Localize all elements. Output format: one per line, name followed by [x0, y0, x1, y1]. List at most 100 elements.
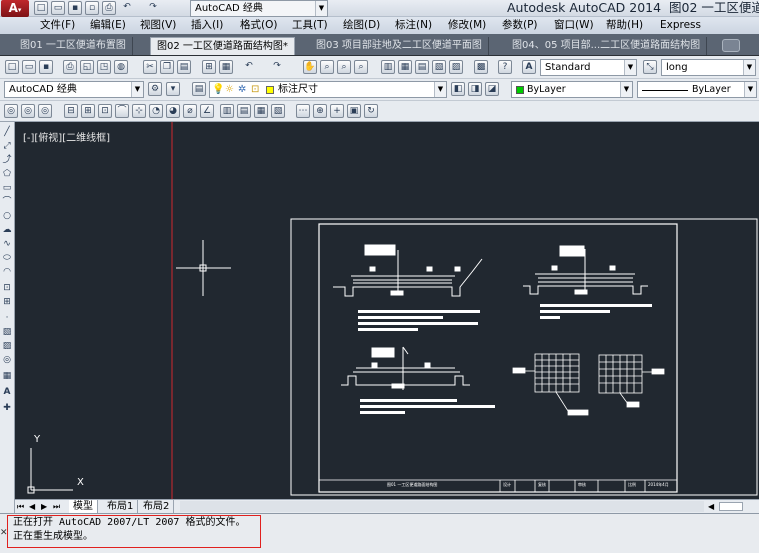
- construction-line-icon[interactable]: ⤢: [1, 140, 13, 152]
- pan-icon[interactable]: ✋: [303, 60, 317, 74]
- saveas-icon[interactable]: ▫: [85, 1, 99, 15]
- text-style-icon[interactable]: A: [522, 60, 536, 74]
- ellipse-arc-icon[interactable]: ◠: [1, 266, 13, 278]
- file-tab[interactable]: 图03 项目部驻地及二工区便道平面图: [310, 37, 489, 55]
- open-icon[interactable]: ▭: [51, 1, 65, 15]
- save-icon[interactable]: ▪: [68, 1, 82, 15]
- menu-insert[interactable]: 插入(I): [191, 18, 223, 32]
- make-block-icon[interactable]: ⊞: [1, 296, 13, 308]
- layer-previous-icon[interactable]: ◨: [468, 82, 482, 96]
- zoom-window-icon[interactable]: ⌕: [337, 60, 351, 74]
- dim-update-icon[interactable]: ↻: [364, 104, 378, 118]
- menu-edit[interactable]: 编辑(E): [90, 18, 126, 32]
- spline-icon[interactable]: ∿: [1, 238, 13, 250]
- sheet-set-icon[interactable]: ▧: [432, 60, 446, 74]
- file-tab-active[interactable]: 图02 一工区便道路面结构图*: [150, 37, 295, 55]
- polygon-icon[interactable]: ⬠: [1, 168, 13, 180]
- menu-format[interactable]: 格式(O): [240, 18, 277, 32]
- menu-file[interactable]: 文件(F): [40, 18, 75, 32]
- text-style-select[interactable]: Standard ▼: [540, 59, 637, 76]
- publish-icon[interactable]: ◳: [97, 60, 111, 74]
- arc-icon[interactable]: ⌒: [1, 196, 13, 208]
- redo-icon[interactable]: ↷: [146, 1, 160, 15]
- dim-arc-icon[interactable]: ⌒: [115, 104, 129, 118]
- dimension-icon[interactable]: ⊟: [64, 104, 78, 118]
- layer-properties-icon[interactable]: ▤: [192, 82, 206, 96]
- workspace-settings-icon[interactable]: ▾: [166, 82, 180, 96]
- inspect-icon[interactable]: ▣: [347, 104, 361, 118]
- tab-nav-last-icon[interactable]: ⏭: [53, 500, 60, 513]
- menu-modify[interactable]: 修改(M): [448, 18, 486, 32]
- layer-states-icon[interactable]: ◪: [485, 82, 499, 96]
- drawing-area[interactable]: [-][俯视][二维线框] Y X 图01 一工区便道路面结构图 设计 复核 审…: [15, 122, 759, 499]
- menu-parametric[interactable]: 参数(P): [502, 18, 538, 32]
- dim-style-icon[interactable]: ⤡: [643, 60, 657, 74]
- dim-baseline-icon[interactable]: ▤: [237, 104, 251, 118]
- layout-tab-model[interactable]: 模型: [69, 500, 98, 513]
- menu-window[interactable]: 窗口(W): [554, 18, 594, 32]
- horizontal-scrollbar[interactable]: [180, 501, 704, 512]
- quickcalc-icon[interactable]: ▩: [474, 60, 488, 74]
- dim-radius-icon[interactable]: ◔: [149, 104, 163, 118]
- rectangle-icon[interactable]: ▭: [1, 182, 13, 194]
- color-select[interactable]: ByLayer ▼: [511, 81, 633, 98]
- command-line[interactable]: ✕ 正在打开 AutoCAD 2007/LT 2007 格式的文件。 正在重生成…: [0, 513, 759, 553]
- dim-continue-icon[interactable]: ▦: [254, 104, 268, 118]
- free-orbit-icon[interactable]: ◎: [21, 104, 35, 118]
- preview-icon[interactable]: ◱: [80, 60, 94, 74]
- workspace-select[interactable]: AutoCAD 经典 ▼: [4, 81, 144, 98]
- menu-view[interactable]: 视图(V): [140, 18, 176, 32]
- layer-select[interactable]: 💡 ☼ ✲ ⊡ 标注尺寸 ▼: [209, 81, 447, 98]
- scroll-left-icon[interactable]: ◀: [708, 500, 714, 513]
- help-icon[interactable]: ?: [498, 60, 512, 74]
- circle-icon[interactable]: ○: [1, 210, 13, 222]
- mtext-icon[interactable]: A: [1, 386, 13, 398]
- file-tab[interactable]: 图04、05 项目部...二工区便道路面结构图: [506, 37, 708, 55]
- dim-aligned-icon[interactable]: ⊡: [98, 104, 112, 118]
- polyline-icon[interactable]: ⤴: [1, 154, 13, 166]
- dim-space-icon[interactable]: ▧: [271, 104, 285, 118]
- save-icon[interactable]: ▪: [39, 60, 53, 74]
- plot-icon[interactable]: ⎙: [63, 60, 77, 74]
- matchprop-icon[interactable]: ⊞: [202, 60, 216, 74]
- menu-tools[interactable]: 工具(T): [292, 18, 328, 32]
- workspace-select[interactable]: AutoCAD 经典 ▼: [190, 0, 328, 17]
- new-tab-icon[interactable]: [722, 39, 740, 52]
- tab-nav-prev-icon[interactable]: ◀: [29, 500, 35, 513]
- point-icon[interactable]: ·: [1, 312, 13, 324]
- tab-nav-next-icon[interactable]: ▶: [41, 500, 47, 513]
- linetype-select[interactable]: ByLayer ▼: [637, 81, 757, 98]
- open-icon[interactable]: ▭: [22, 60, 36, 74]
- dim-angular-icon[interactable]: ∠: [200, 104, 214, 118]
- undo-icon[interactable]: ↶: [242, 60, 256, 74]
- center-mark-icon[interactable]: +: [330, 104, 344, 118]
- tolerance-icon[interactable]: ⊕: [313, 104, 327, 118]
- orbit-icon[interactable]: ◎: [4, 104, 18, 118]
- tab-nav-first-icon[interactable]: ⏮: [17, 500, 24, 513]
- new-icon[interactable]: □: [34, 1, 48, 15]
- undo-icon[interactable]: ↶: [120, 1, 134, 15]
- scroll-thumb[interactable]: [719, 502, 743, 511]
- block-editor-icon[interactable]: ▦: [219, 60, 233, 74]
- line-icon[interactable]: ╱: [1, 126, 13, 138]
- hatch-icon[interactable]: ▧: [1, 326, 13, 338]
- app-menu-button[interactable]: A▾: [1, 0, 29, 17]
- file-tab[interactable]: 图01 一工区便道布置图: [14, 37, 133, 55]
- menu-draw[interactable]: 绘图(D): [343, 18, 380, 32]
- zoom-previous-icon[interactable]: ⌕: [354, 60, 368, 74]
- 3d-dwf-icon[interactable]: ◍: [114, 60, 128, 74]
- continuous-orbit-icon[interactable]: ◎: [38, 104, 52, 118]
- paste-icon[interactable]: ▤: [177, 60, 191, 74]
- dim-linear-icon[interactable]: ⊞: [81, 104, 95, 118]
- qnew-icon[interactable]: □: [5, 60, 19, 74]
- menu-express[interactable]: Express: [660, 18, 701, 32]
- revcloud-icon[interactable]: ☁: [1, 224, 13, 236]
- menu-dimension[interactable]: 标注(N): [395, 18, 432, 32]
- table-icon[interactable]: ▦: [1, 370, 13, 382]
- make-current-icon[interactable]: ◧: [451, 82, 465, 96]
- markup-icon[interactable]: ▨: [449, 60, 463, 74]
- copy-icon[interactable]: ❐: [160, 60, 174, 74]
- add-selected-icon[interactable]: ✚: [1, 402, 13, 414]
- layout-tab-1[interactable]: 布局1: [103, 500, 139, 513]
- dim-ordinate-icon[interactable]: ⊹: [132, 104, 146, 118]
